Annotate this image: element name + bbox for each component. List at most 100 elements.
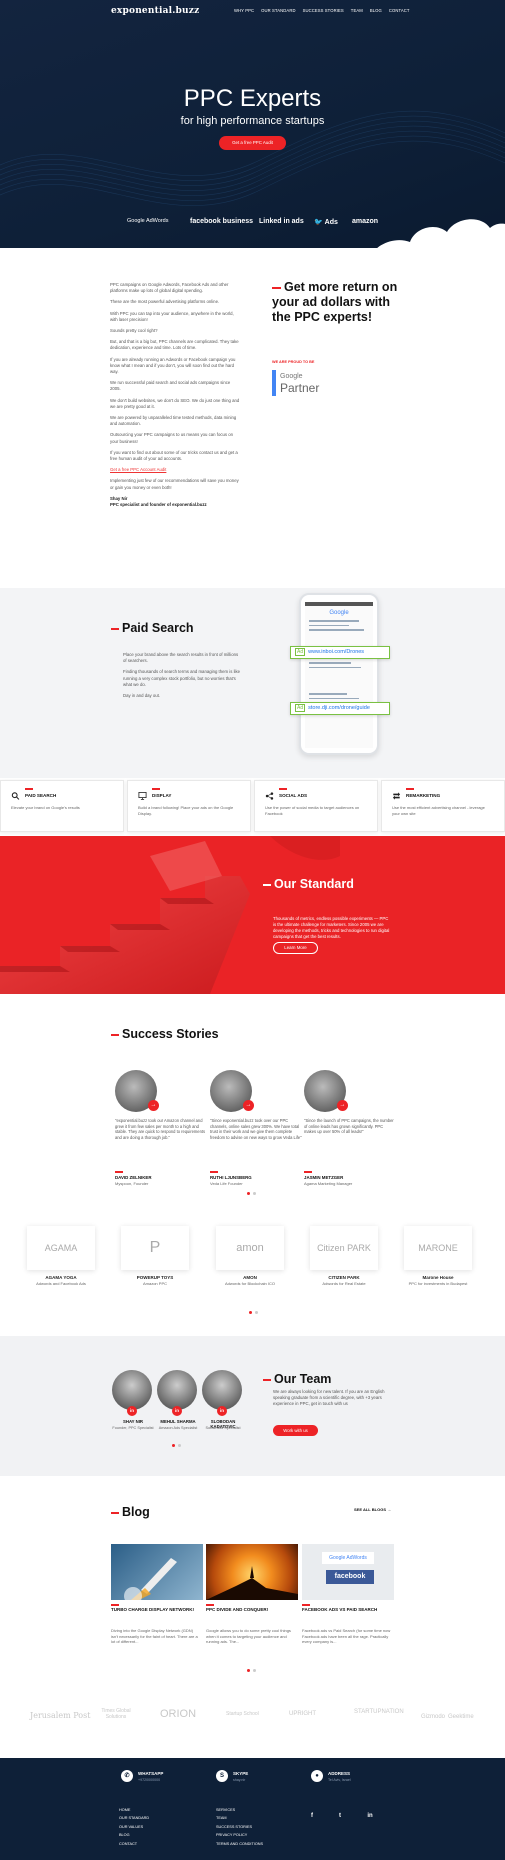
client-logo: P (121, 1226, 189, 1270)
carousel-dot[interactable] (253, 1669, 256, 1672)
client-service: PPC for investments in Budapest (408, 1281, 468, 1286)
nav-contact[interactable]: CONTACT (389, 8, 410, 13)
testimonial-role: Agama Marketing Manager (304, 1181, 353, 1186)
intro-text: PPC campaigns on Google Adwords, Faceboo… (110, 282, 242, 513)
avatar (157, 1370, 197, 1410)
badge-partner-text: Partner (280, 381, 320, 395)
badge-google-text: Google (280, 373, 303, 380)
testimonial-name: RUTHI LJUNSBERG (210, 1175, 252, 1180)
success-stories-title: Success Stories (111, 1027, 219, 1041)
twitter-ads-logo: 🐦 Ads (314, 219, 338, 226)
service-card-remarketing[interactable]: REMARKETING Use the most efficient adver… (381, 780, 505, 832)
twitter-icon[interactable]: t (336, 1813, 344, 1821)
learn-more-button[interactable]: Learn More (273, 942, 318, 954)
free-audit-button[interactable]: Get a free PPC Audit (219, 136, 286, 150)
service-cards: PAID SEARCH Elevate your brand on Google… (0, 780, 505, 832)
partner-bar (272, 370, 276, 396)
client-logo: amon (216, 1226, 284, 1270)
client-card[interactable]: amon AMON Adwords for Blockchain ICO (211, 1226, 289, 1286)
monitor-icon (138, 792, 147, 800)
client-card[interactable]: AGAMA AGAMA YOGA Adwords and Facebook Ad… (22, 1226, 100, 1286)
contact-title: WHATSAPP (138, 1771, 164, 1776)
hero-title: PPC Experts (183, 85, 322, 112)
team-section (0, 1336, 505, 1476)
intro-paragraph: Sounds pretty cool right? (110, 328, 158, 334)
facebook-logo: facebook (326, 1570, 374, 1584)
accent-dash (111, 1033, 119, 1036)
post-image (206, 1544, 298, 1600)
client-card[interactable]: P POWERUP TOYS Amazon PPC (116, 1226, 194, 1286)
testimonial-carousel-dots (247, 1192, 256, 1195)
accent-dash (111, 1511, 119, 1514)
paid-paragraph: Place your brand above the search result… (123, 652, 239, 664)
post-title[interactable]: PPC DIVIDE AND CONQUER! (206, 1607, 298, 1613)
facebook-icon[interactable]: f (308, 1813, 316, 1821)
featured-in-logos: Jerusalem Post Times Global Solutions OR… (0, 1706, 505, 1728)
post-title[interactable]: FACEBOOK ADS VS PAID SEARCH (302, 1607, 394, 1613)
paid-search-section (0, 588, 505, 778)
footer-link[interactable]: TERMS AND CONDITIONS (216, 1840, 263, 1848)
blog-title: Blog (111, 1505, 150, 1519)
ad-result-1[interactable]: Ad www.inboi.com/Drones (290, 646, 390, 659)
see-all-blogs-link[interactable]: SEE ALL BLOGS → (354, 1507, 391, 1512)
free-audit-link[interactable]: Get a free PPC Account Audit (110, 467, 242, 473)
carousel-dot[interactable] (253, 1192, 256, 1195)
footer-link[interactable]: OUR STANDARD (119, 1814, 149, 1822)
work-with-us-button[interactable]: Work with us (273, 1425, 318, 1436)
service-title: SOCIAL ADS (279, 793, 308, 798)
google-adwords-logo: Google AdWords (127, 218, 169, 224)
nav-team[interactable]: TEAM (351, 8, 363, 13)
contact-title: SKYPE (233, 1771, 249, 1776)
footer-link[interactable]: CONTACT (119, 1840, 149, 1848)
linkedin-icon[interactable]: in (172, 1406, 182, 1416)
carousel-dot[interactable] (255, 1311, 258, 1314)
intro-paragraph: We run successful paid search and social… (110, 380, 231, 392)
footer-link[interactable]: PRIVACY POLICY (216, 1831, 263, 1839)
service-card-paid-search[interactable]: PAID SEARCH Elevate your brand on Google… (0, 780, 124, 832)
service-card-social-ads[interactable]: SOCIAL ADS Use the power of social media… (254, 780, 378, 832)
linkedin-icon[interactable]: in (366, 1813, 374, 1821)
nav-blog[interactable]: BLOG (370, 8, 382, 13)
client-service: Adwords for Blockchain ICO (224, 1281, 276, 1286)
footer-link[interactable]: OUR VALUES (119, 1823, 149, 1831)
client-logo: AGAMA (27, 1226, 95, 1270)
carousel-dot[interactable] (172, 1444, 175, 1447)
footer-link[interactable]: TEAM (216, 1814, 263, 1822)
location-icon: ● (311, 1770, 323, 1782)
ad-result-2[interactable]: Ad store.dji.com/drone/guide (290, 702, 390, 715)
clients-carousel-dots (249, 1311, 258, 1314)
carousel-dot[interactable] (247, 1192, 250, 1195)
accent-dash (263, 1378, 271, 1381)
service-desc: Elevate your brand on Google's results (11, 805, 80, 810)
intro-paragraph: PPC campaigns on Google Adwords, Faceboo… (110, 282, 229, 294)
footer-link[interactable]: SERVICES (216, 1806, 263, 1814)
client-card[interactable]: Citizen PARK CITIZEN PARK Adwords for Re… (305, 1226, 383, 1286)
post-title[interactable]: TURBO CHARGE DISPLAY NETWORK! (111, 1607, 203, 1613)
our-standard-title: Our Standard (263, 877, 354, 891)
linkedin-ads-logo: Linked in ads (259, 218, 304, 225)
footer-link[interactable]: HOME (119, 1806, 149, 1814)
nav-our-standard[interactable]: OUR STANDARD (261, 8, 295, 13)
carousel-dot[interactable] (178, 1444, 181, 1447)
footer-links-col2: SERVICES TEAM SUCCESS STORIES PRIVACY PO… (216, 1806, 263, 1848)
carousel-dot[interactable] (247, 1669, 250, 1672)
cloud-decoration (377, 219, 505, 248)
footer-link[interactable]: BLOG (119, 1831, 149, 1839)
carousel-dot[interactable] (249, 1311, 252, 1314)
member-role: Social Ads Specialist (205, 1426, 241, 1430)
linkedin-icon[interactable]: in (127, 1406, 137, 1416)
nav-success-stories[interactable]: SUCCESS STORIES (303, 8, 344, 13)
footer-link[interactable]: SUCCESS STORIES (216, 1823, 263, 1831)
service-card-display[interactable]: DISPLAY Build a brand following! Place y… (127, 780, 251, 832)
client-card[interactable]: MARONE Marone House PPC for investments … (399, 1226, 477, 1286)
site-logo[interactable]: exponential.buzz (111, 6, 199, 16)
google-adwords-logo: Google AdWords (322, 1552, 374, 1564)
intro-paragraph: We don't build websites, we don't do SEO… (110, 397, 240, 409)
service-title: REMARKETING (406, 793, 441, 798)
skype-icon: S (216, 1770, 228, 1782)
rocket-graphic (124, 1558, 177, 1600)
nav-why-ppc[interactable]: WHY PPC (234, 8, 254, 13)
our-standard-text: Thousands of metrics, endless possible e… (273, 916, 390, 939)
service-desc: Build a brand following! Place your ads … (138, 805, 234, 816)
linkedin-icon[interactable]: in (217, 1406, 227, 1416)
